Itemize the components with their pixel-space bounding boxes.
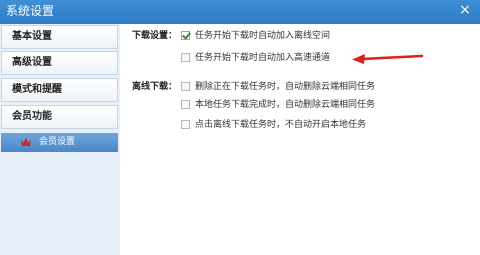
no-auto-local-task-label: 点击离线下载任务时，不自动开启本地任务 [195,120,367,130]
title-bar: 系统设置 × [0,0,480,24]
sidebar-item-mode-and-reminders[interactable]: 模式和提醒 [1,78,118,102]
delete-completed-cloud-label: 本地任务下载完成时，自动删除云端相同任务 [195,100,376,110]
crown-icon [21,138,31,146]
red-arrow-annotation [352,54,424,64]
offline-download-label: 离线下载： [132,82,178,92]
sidebar-subitem-member-settings[interactable]: 会员设置 [1,133,118,152]
close-button[interactable]: × [454,0,476,20]
sidebar-subitem-label: 会员设置 [39,137,76,147]
window-title: 系统设置 [6,4,55,18]
auto-offline-space-checkbox[interactable] [181,31,190,40]
settings-content: 下载设置： 任务开始下载时自动加入离线空间 任务开始下载时自动加入高速通道 离线… [120,24,480,255]
settings-window: 系统设置 × 基本设置 高级设置 模式和提醒 会员功能 会员设置 下载设置： 任… [0,0,480,255]
auto-high-speed-label: 任务开始下载时自动加入高速通道 [195,53,331,63]
no-auto-local-task-checkbox[interactable] [181,120,190,129]
sidebar-item-basic-settings[interactable]: 基本设置 [1,25,118,49]
sidebar-item-member-features[interactable]: 会员功能 [1,105,118,129]
delete-downloading-cloud-label: 删除正在下载任务时，自动删除云端相同任务 [195,82,376,92]
auto-high-speed-checkbox[interactable] [181,53,190,62]
delete-completed-cloud-checkbox[interactable] [181,100,190,109]
sidebar: 基本设置 高级设置 模式和提醒 会员功能 会员设置 [0,24,120,255]
auto-offline-space-label: 任务开始下载时自动加入离线空间 [195,31,331,41]
download-settings-label: 下载设置： [132,31,178,41]
delete-downloading-cloud-checkbox[interactable] [181,82,190,91]
sidebar-item-advanced-settings[interactable]: 高级设置 [1,51,118,75]
